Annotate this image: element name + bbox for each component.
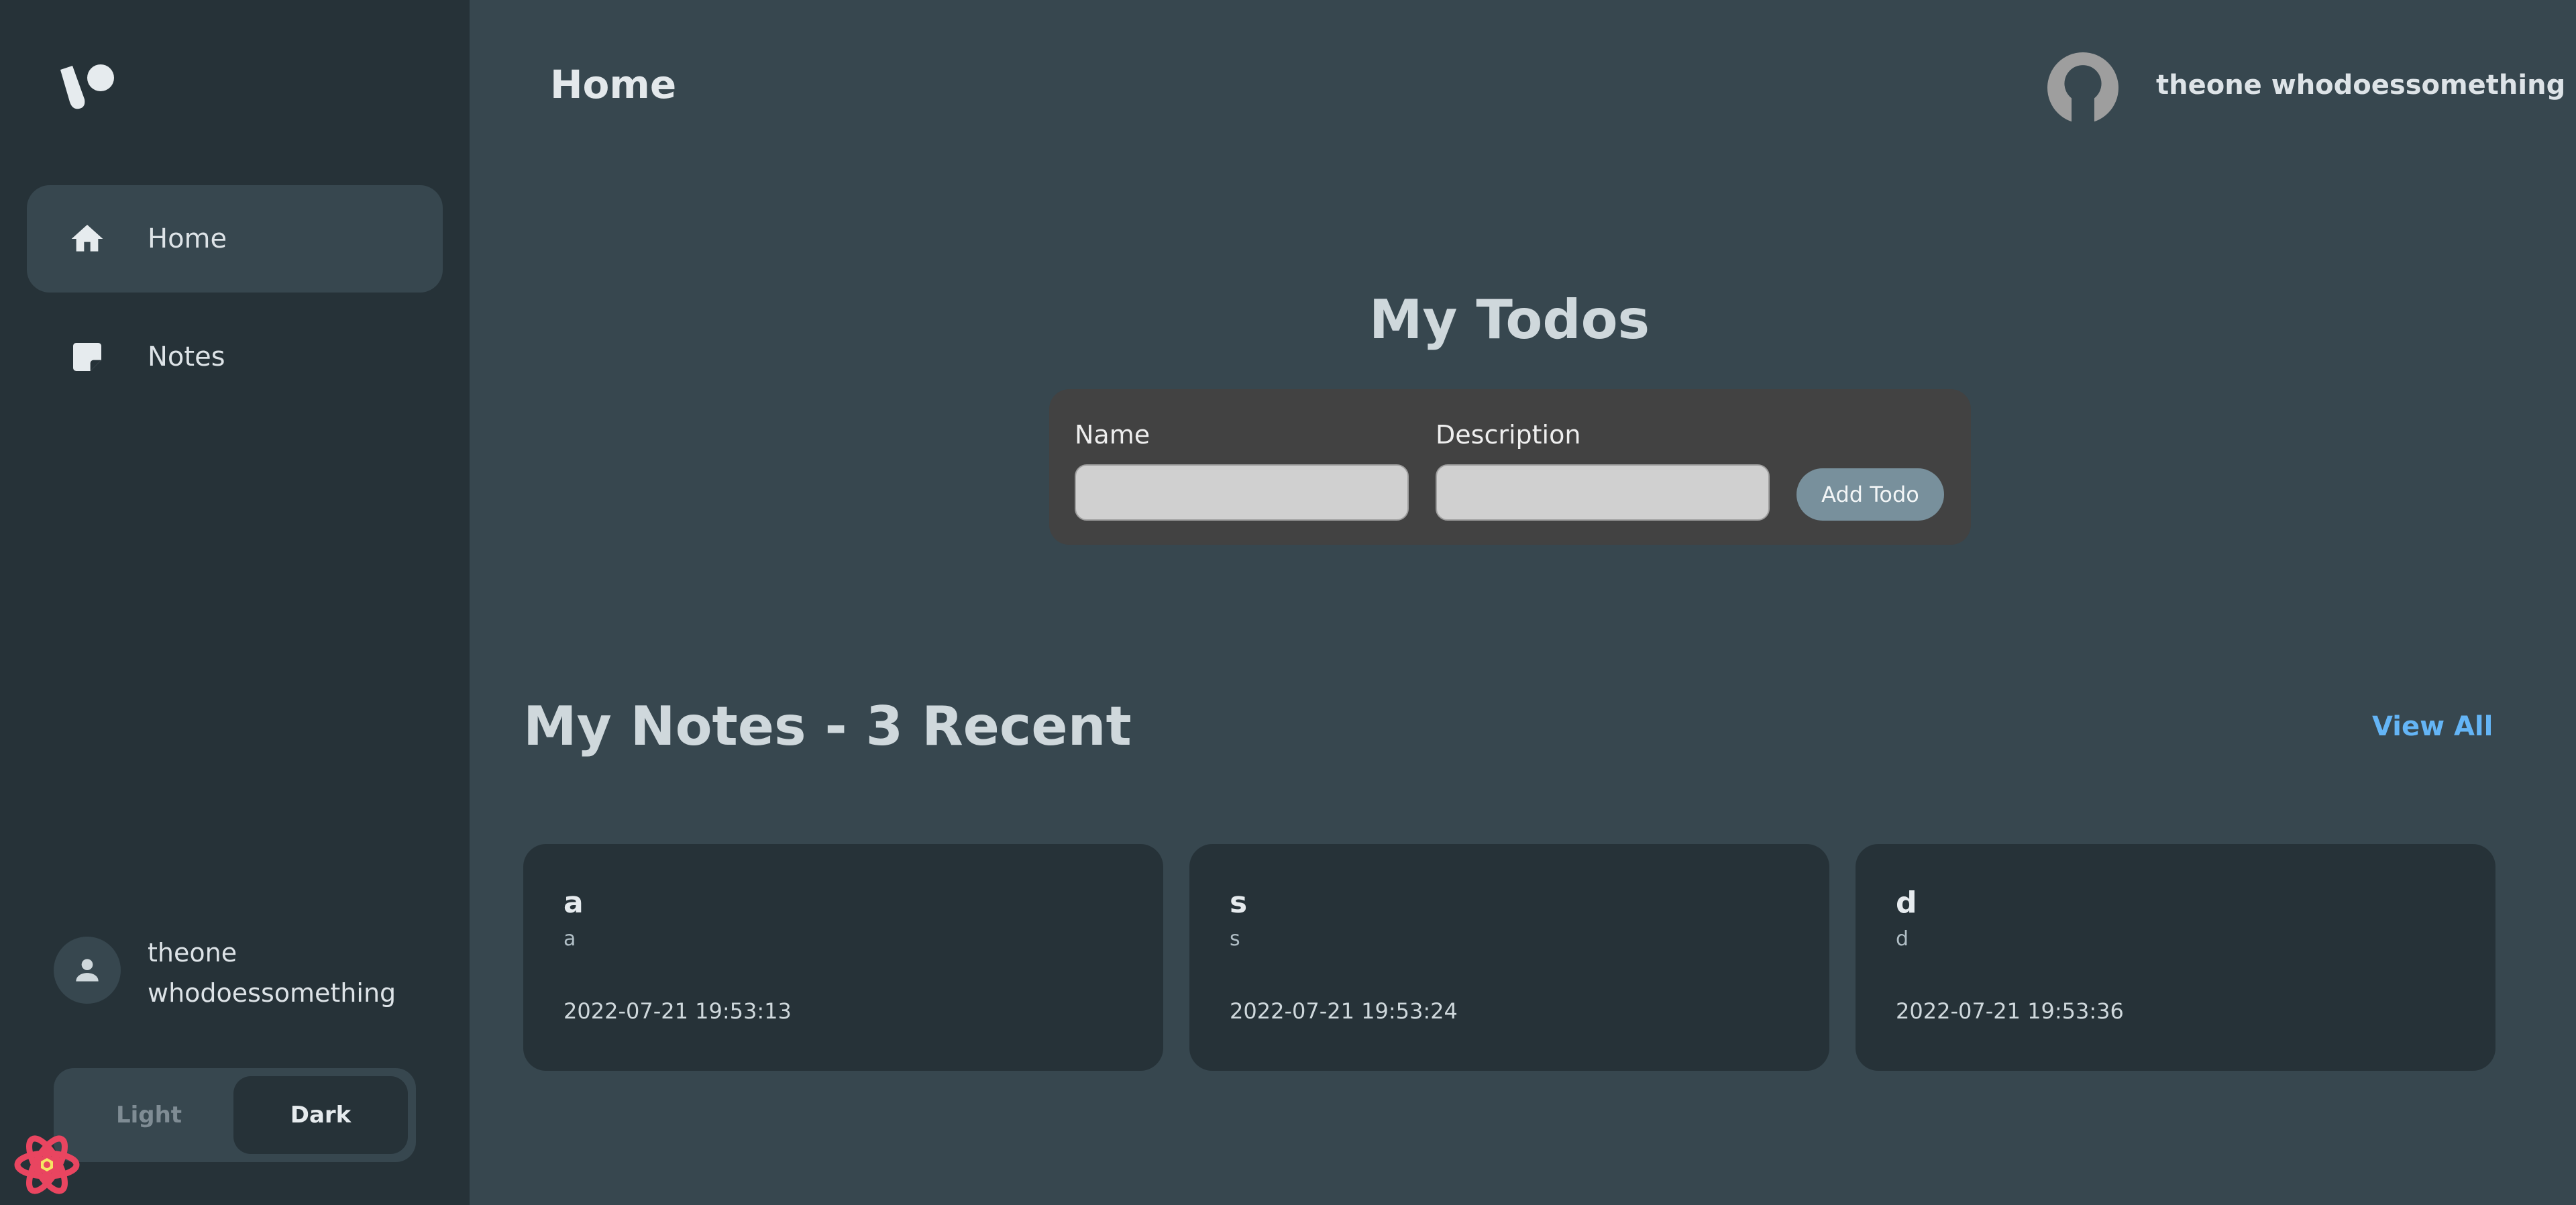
- note-date: 2022-07-21 19:53:36: [1896, 998, 2124, 1024]
- sidebar-item-label: Notes: [148, 342, 225, 372]
- note-date: 2022-07-21 19:53:13: [564, 998, 792, 1024]
- note-title: d: [1896, 886, 1917, 920]
- note-card[interactable]: d d 2022-07-21 19:53:36: [1856, 844, 2496, 1071]
- note-card[interactable]: a a 2022-07-21 19:53:13: [523, 844, 1163, 1071]
- note-description: d: [1896, 927, 1909, 951]
- note-date: 2022-07-21 19:53:24: [1230, 998, 1458, 1024]
- home-icon: [71, 225, 103, 252]
- theme-toggle: Light Dark: [54, 1068, 416, 1162]
- avatar: [54, 937, 121, 1004]
- sidebar: Home Notes theone whodoessomething Light…: [0, 0, 470, 1205]
- avatar-icon[interactable]: [2047, 52, 2118, 123]
- theme-light-option[interactable]: Light: [62, 1076, 236, 1154]
- sidebar-user[interactable]: theone whodoessomething: [54, 933, 429, 1020]
- view-all-link[interactable]: View All: [2372, 711, 2493, 742]
- header-user-name[interactable]: theone whodoessomething: [2156, 70, 2565, 101]
- note-card[interactable]: s s 2022-07-21 19:53:24: [1189, 844, 1829, 1071]
- sidebar-item-notes[interactable]: Notes: [27, 303, 443, 411]
- person-icon: [76, 959, 99, 982]
- notes-list: a a 2022-07-21 19:53:13 s s 2022-07-21 1…: [523, 844, 2496, 1071]
- sidebar-item-home[interactable]: Home: [27, 185, 443, 293]
- brand-logo-icon[interactable]: [58, 60, 118, 114]
- description-label: Description: [1436, 420, 1581, 450]
- todo-form: Name Description Add Todo: [1049, 389, 1971, 545]
- note-title: s: [1230, 886, 1248, 920]
- sidebar-item-label: Home: [148, 223, 227, 254]
- add-todo-button[interactable]: Add Todo: [1796, 468, 1944, 521]
- description-input[interactable]: [1436, 464, 1770, 521]
- todos-title: My Todos: [1368, 289, 1650, 351]
- page-title: Home: [550, 62, 677, 107]
- react-devtools-icon[interactable]: [13, 1131, 80, 1198]
- note-description: s: [1230, 927, 1240, 951]
- note-icon: [73, 343, 101, 371]
- sidebar-user-name: theone whodoessomething: [148, 938, 396, 1008]
- note-description: a: [564, 927, 576, 951]
- name-label: Name: [1075, 420, 1150, 450]
- note-title: a: [564, 886, 584, 920]
- name-input[interactable]: [1075, 464, 1409, 521]
- theme-dark-option[interactable]: Dark: [233, 1076, 408, 1154]
- notes-title: My Notes - 3 Recent: [523, 695, 1132, 757]
